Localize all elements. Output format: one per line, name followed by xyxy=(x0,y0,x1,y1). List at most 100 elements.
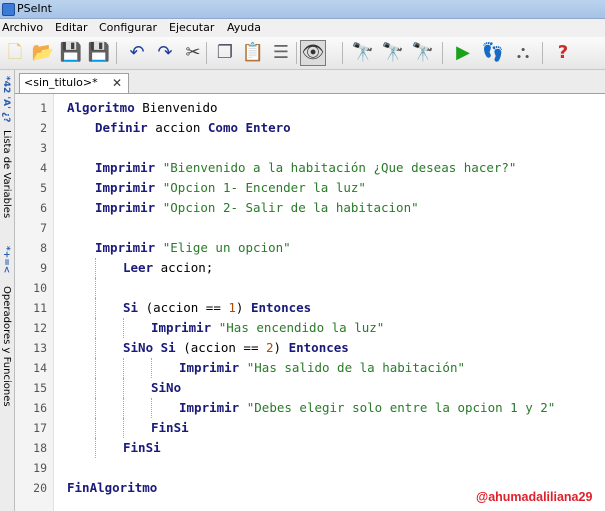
line-number: 12 xyxy=(33,321,47,335)
toolbar: 🗋 📂 💾 💾 ↶ ↷ ✂ ❐ 📋 ☰ 👁 🔭 🔭 🔭 ▶ 👣 ⛬? xyxy=(0,37,605,70)
keyword-token: SiNo Si xyxy=(123,340,176,355)
toolbar-separator xyxy=(442,42,443,64)
tab-strip: <sin_titulo>* ✕ xyxy=(15,70,605,94)
toolbar-separator xyxy=(116,42,117,64)
new-file-icon[interactable]: 🗋 xyxy=(2,40,28,66)
save-as-icon[interactable]: 💾 xyxy=(86,40,112,66)
string-token: "Debes elegir solo entre la opcion 1 y 2… xyxy=(246,400,556,415)
indent-guide xyxy=(123,378,124,398)
variables-panel-tab[interactable]: Lista de Variables xyxy=(1,130,12,218)
flowchart-icon[interactable]: ⛬ xyxy=(510,40,536,66)
find-previous-icon[interactable]: 🔭 xyxy=(380,40,406,66)
indent-guide xyxy=(95,438,96,458)
run-icon[interactable]: ▶ xyxy=(450,40,476,66)
open-folder-icon[interactable]: 📂 xyxy=(30,40,56,66)
watermark: @ahumadaliliana29 xyxy=(476,490,593,504)
code-line[interactable]: 6 Imprimir "Opcion 2- Salir de la habitac… xyxy=(15,198,605,218)
save-icon[interactable]: 💾 xyxy=(58,40,84,66)
code-line[interactable]: 18 FinSi xyxy=(15,438,605,458)
line-number: 6 xyxy=(40,201,47,215)
redo-icon[interactable]: ↷ xyxy=(152,40,178,66)
code-line[interactable]: 1 Algoritmo Bienvenido xyxy=(15,98,605,118)
indent-guide xyxy=(95,278,96,298)
code-line[interactable]: 2 Definir accion Como Entero xyxy=(15,118,605,138)
indent-guide xyxy=(123,358,124,378)
app-icon xyxy=(2,3,15,16)
text-token: (accion == xyxy=(138,300,229,315)
tab-sin-titulo[interactable]: <sin_titulo>* ✕ xyxy=(19,73,129,93)
variables-panel-icon[interactable]: *42 'A' ¿? xyxy=(1,76,11,122)
indent-guide xyxy=(95,418,96,438)
code-text: Imprimir "Opcion 1- Encender la luz" xyxy=(95,178,366,198)
code-line[interactable]: 9 Leer accion; xyxy=(15,258,605,278)
keyword-token: FinAlgoritmo xyxy=(67,480,158,495)
copy-icon[interactable]: ❐ xyxy=(212,40,238,66)
keyword-token: Entonces xyxy=(288,340,349,355)
line-number: 3 xyxy=(40,141,47,155)
text-token: accion; xyxy=(153,260,214,275)
code-line[interactable]: 15 SiNo xyxy=(15,378,605,398)
text-token: accion xyxy=(147,120,208,135)
find-replace-icon[interactable]: 👁 xyxy=(300,40,326,66)
code-line[interactable]: 10 xyxy=(15,278,605,298)
menu-ayuda[interactable]: Ayuda xyxy=(226,19,262,37)
code-line[interactable]: 7 xyxy=(15,218,605,238)
code-line[interactable]: 5 Imprimir "Opcion 1- Encender la luz" xyxy=(15,178,605,198)
text-token: Bienvenido xyxy=(134,100,218,115)
number-token: 1 xyxy=(228,300,236,315)
code-text: Imprimir "Elige un opcion" xyxy=(95,238,291,258)
code-text: FinAlgoritmo xyxy=(67,478,157,498)
code-line[interactable]: 17 FinSi xyxy=(15,418,605,438)
operators-panel-icon[interactable]: *+=< xyxy=(1,246,11,273)
code-line[interactable]: 4 Imprimir "Bienvenido a la habitación ¿Q… xyxy=(15,158,605,178)
line-number: 7 xyxy=(40,221,47,235)
indent-guide xyxy=(151,398,152,418)
line-number: 16 xyxy=(33,401,47,415)
code-line[interactable]: 16 Imprimir "Debes elegir solo entre la o… xyxy=(15,398,605,418)
operators-panel-tab[interactable]: Operadores y Funciones xyxy=(1,286,12,407)
step-by-step-icon[interactable]: 👣 xyxy=(480,40,506,66)
code-text: Definir accion Como Entero xyxy=(95,118,291,138)
indent-guide xyxy=(95,378,96,398)
code-editor[interactable]: 1 Algoritmo Bienvenido 2 Definir accion Com… xyxy=(15,94,605,511)
tab-label: <sin_titulo>* xyxy=(24,76,98,89)
menu-ejecutar[interactable]: Ejecutar xyxy=(168,19,215,37)
keyword-token: Imprimir xyxy=(179,400,240,415)
code-line[interactable]: 14 Imprimir "Has salido de la habitación" xyxy=(15,358,605,378)
string-token: "Bienvenido a la habitación ¿Que deseas … xyxy=(162,160,517,175)
string-token: "Has encendido la luz" xyxy=(218,320,385,335)
code-line[interactable]: 3 xyxy=(15,138,605,158)
undo-icon[interactable]: ↶ xyxy=(124,40,150,66)
find-icon[interactable]: 🔭 xyxy=(350,40,376,66)
menu-editar[interactable]: Editar xyxy=(54,19,89,37)
line-number: 18 xyxy=(33,441,47,455)
menu-archivo[interactable]: Archivo xyxy=(1,19,44,37)
indent-icon[interactable]: ☰ xyxy=(268,40,294,66)
code-line[interactable]: 11 Si (accion == 1) Entonces xyxy=(15,298,605,318)
menu-configurar[interactable]: Configurar xyxy=(98,19,158,37)
code-line[interactable]: 13 SiNo Si (accion == 2) Entonces xyxy=(15,338,605,358)
indent-guide xyxy=(95,318,96,338)
help-icon[interactable]: ? xyxy=(550,40,576,66)
title-bar: PSeInt xyxy=(0,0,605,19)
line-number: 14 xyxy=(33,361,47,375)
close-icon[interactable]: ✕ xyxy=(112,74,122,92)
code-line[interactable]: 12 Imprimir "Has encendido la luz" xyxy=(15,318,605,338)
code-text: FinSi xyxy=(151,418,189,438)
side-panel: *42 'A' ¿? Lista de Variables *+=< Opera… xyxy=(0,70,15,511)
code-line[interactable]: 19 xyxy=(15,458,605,478)
cut-icon[interactable]: ✂ xyxy=(180,40,206,66)
paste-icon[interactable]: 📋 xyxy=(240,40,266,66)
find-next-icon[interactable]: 🔭 xyxy=(410,40,436,66)
toolbar-separator xyxy=(206,42,207,64)
keyword-token: SiNo xyxy=(151,380,182,395)
code-line[interactable]: 8 Imprimir "Elige un opcion" xyxy=(15,238,605,258)
line-number: 2 xyxy=(40,121,47,135)
indent-guide xyxy=(151,358,152,378)
keyword-token: FinSi xyxy=(151,420,189,435)
line-number: 13 xyxy=(33,341,47,355)
